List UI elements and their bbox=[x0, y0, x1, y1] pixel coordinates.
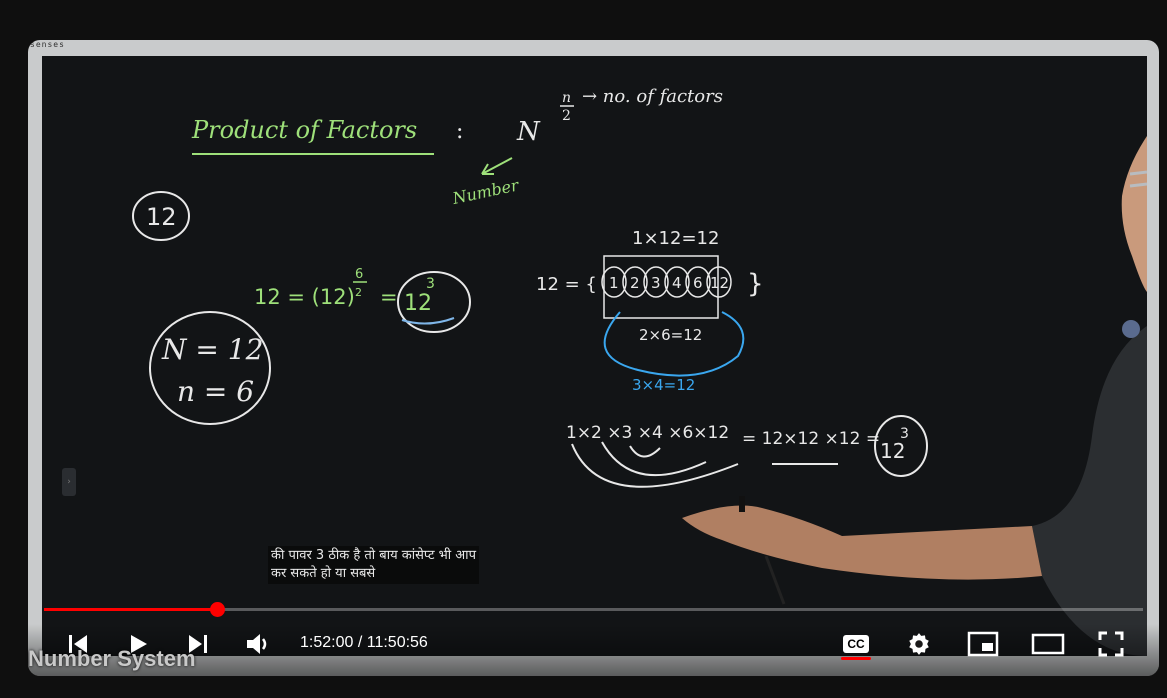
progress-played bbox=[44, 608, 217, 611]
scrubber-handle[interactable] bbox=[209, 602, 225, 617]
blackboard: Product of Factors : N n 2 → no. of fact… bbox=[42, 56, 1147, 656]
captions-button[interactable]: CC bbox=[840, 630, 872, 664]
theater-mode-icon[interactable] bbox=[1030, 630, 1066, 658]
caption-line-1: की पावर 3 ठीक है तो बाय कांसेप्ट भी आप bbox=[271, 548, 476, 563]
gear-icon[interactable] bbox=[904, 630, 934, 658]
caption-line-2: कर सकते हो या सबसे bbox=[271, 566, 376, 581]
total-duration: 11:50:56 bbox=[366, 634, 428, 651]
cc-label: CC bbox=[843, 634, 869, 653]
volume-icon[interactable] bbox=[244, 630, 274, 658]
pen-tool-icon[interactable] bbox=[1122, 320, 1140, 338]
progress-bar[interactable] bbox=[44, 602, 1143, 617]
presenter-image bbox=[682, 136, 1147, 656]
miniplayer-icon[interactable] bbox=[966, 630, 1000, 658]
whiteboard-frame: senses Product of Factors : N n 2 → no. … bbox=[28, 40, 1159, 676]
fullscreen-icon[interactable] bbox=[1096, 630, 1126, 658]
time-display: 1:52:00 / 11:50:56 bbox=[300, 634, 428, 652]
player-controls: 1:52:00 / 11:50:56 CC bbox=[28, 624, 1159, 676]
cc-active-indicator bbox=[841, 656, 871, 660]
current-time: 1:52:00 bbox=[300, 634, 354, 651]
chapter-watermark: Number System bbox=[28, 646, 196, 671]
subtitle-caption: की पावर 3 ठीक है तो बाय कांसेप्ट भी आप क… bbox=[268, 546, 479, 584]
brand-label: senses bbox=[30, 40, 65, 49]
time-separator: / bbox=[353, 634, 367, 651]
side-panel-tab[interactable]: › bbox=[62, 468, 76, 496]
video-player[interactable]: senses Product of Factors : N n 2 → no. … bbox=[28, 40, 1159, 676]
